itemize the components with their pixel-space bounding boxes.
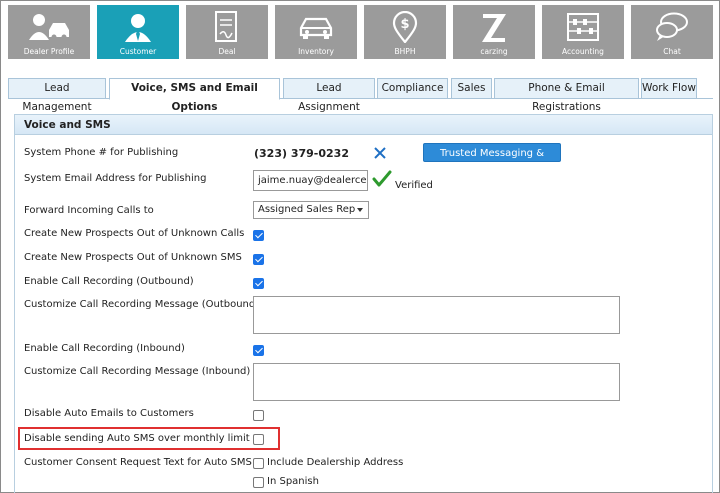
nav-tile-inventory[interactable]: Inventory — [275, 5, 357, 59]
tab-lead-management[interactable]: Lead Management — [8, 78, 106, 113]
nav-tile-label: Chat — [663, 47, 681, 56]
abacus-icon — [542, 11, 624, 43]
recording-msg-outbound-textarea[interactable] — [253, 296, 620, 334]
forward-calls-selected: Assigned Sales Rep — [258, 204, 356, 215]
tab-sales[interactable]: Sales — [451, 78, 492, 99]
top-nav-bar: Dealer Profile Customer Deal Inventory $… — [8, 5, 713, 59]
tab-work-flow[interactable]: Work Flow — [641, 78, 697, 99]
disable-auto-emails-label: Disable Auto Emails to Customers — [24, 408, 194, 419]
carzing-z-icon — [453, 11, 535, 43]
prospects-sms-label: Create New Prospects Out of Unknown SMS — [24, 252, 242, 263]
customer-icon — [97, 11, 179, 43]
disable-auto-sms-checkbox[interactable] — [253, 434, 264, 445]
consent-text-label: Customer Consent Request Text for Auto S… — [24, 457, 252, 468]
recording-inbound-label: Enable Call Recording (Inbound) — [24, 343, 185, 354]
system-email-input[interactable]: jaime.nuay@dealercent — [253, 170, 368, 191]
recording-msg-outbound-label: Customize Call Recording Message (Outbou… — [24, 299, 260, 310]
nav-tile-accounting[interactable]: Accounting — [542, 5, 624, 59]
panel-title: Voice and SMS — [15, 115, 712, 135]
dealer-profile-icon — [8, 11, 90, 43]
tab-voice-sms-email[interactable]: Voice, SMS and Email Options — [109, 78, 280, 113]
recording-msg-inbound-textarea[interactable] — [253, 363, 620, 401]
verified-status: Verified — [395, 180, 433, 191]
chevron-down-icon — [357, 208, 363, 212]
check-icon — [372, 170, 392, 188]
deal-icon — [186, 11, 268, 43]
disable-auto-sms-label: Disable sending Auto SMS over monthly li… — [24, 433, 250, 444]
forward-calls-select[interactable]: Assigned Sales Rep — [253, 201, 369, 219]
system-phone-value: (323) 379-0232 — [254, 147, 349, 160]
recording-outbound-checkbox[interactable] — [253, 278, 264, 289]
car-icon — [275, 11, 357, 43]
nav-tile-label: Inventory — [298, 47, 334, 56]
nav-tile-deal[interactable]: Deal — [186, 5, 268, 59]
dollar-pin-icon: $ — [364, 11, 446, 43]
recording-outbound-label: Enable Call Recording (Outbound) — [24, 276, 194, 287]
tab-strip: Lead Management Voice, SMS and Email Opt… — [8, 78, 713, 113]
nav-tile-label: Accounting — [562, 47, 604, 56]
trusted-messaging-button[interactable]: Trusted Messaging & Calling — [423, 143, 561, 178]
nav-tile-dealer-profile[interactable]: Dealer Profile — [8, 5, 90, 59]
prospects-sms-checkbox[interactable] — [253, 254, 264, 265]
forward-calls-label: Forward Incoming Calls to — [24, 205, 154, 216]
in-spanish-checkbox[interactable] — [253, 477, 264, 488]
tab-compliance[interactable]: Compliance — [377, 78, 448, 99]
nav-tile-label: BHPH — [394, 47, 416, 56]
recording-msg-inbound-label: Customize Call Recording Message (Inboun… — [24, 366, 251, 377]
disable-auto-emails-checkbox[interactable] — [253, 410, 264, 421]
tab-phone-email-registrations[interactable]: Phone & Email Registrations — [494, 78, 639, 113]
nav-tile-bhph[interactable]: $ BHPH — [364, 5, 446, 59]
tab-lead-assignment[interactable]: Lead Assignment — [283, 78, 375, 113]
nav-tile-label: Customer — [119, 47, 157, 56]
system-phone-label: System Phone # for Publishing — [24, 147, 179, 158]
nav-tile-label: Dealer Profile — [23, 47, 75, 56]
recording-inbound-checkbox[interactable] — [253, 345, 264, 356]
system-email-label: System Email Address for Publishing — [24, 173, 207, 184]
in-spanish-label: In Spanish — [267, 476, 319, 487]
nav-tile-customer[interactable]: Customer — [97, 5, 179, 59]
prospects-calls-checkbox[interactable] — [253, 230, 264, 241]
nav-tile-label: Deal — [218, 47, 236, 56]
include-address-checkbox[interactable] — [253, 458, 264, 469]
include-address-label: Include Dealership Address — [267, 457, 404, 468]
nav-tile-carzing[interactable]: carzing — [453, 5, 535, 59]
close-icon[interactable] — [373, 146, 387, 160]
chat-bubbles-icon — [631, 11, 713, 43]
nav-tile-chat[interactable]: Chat — [631, 5, 713, 59]
prospects-calls-label: Create New Prospects Out of Unknown Call… — [24, 228, 245, 239]
svg-text:$: $ — [400, 17, 409, 32]
nav-tile-label: carzing — [480, 47, 508, 56]
